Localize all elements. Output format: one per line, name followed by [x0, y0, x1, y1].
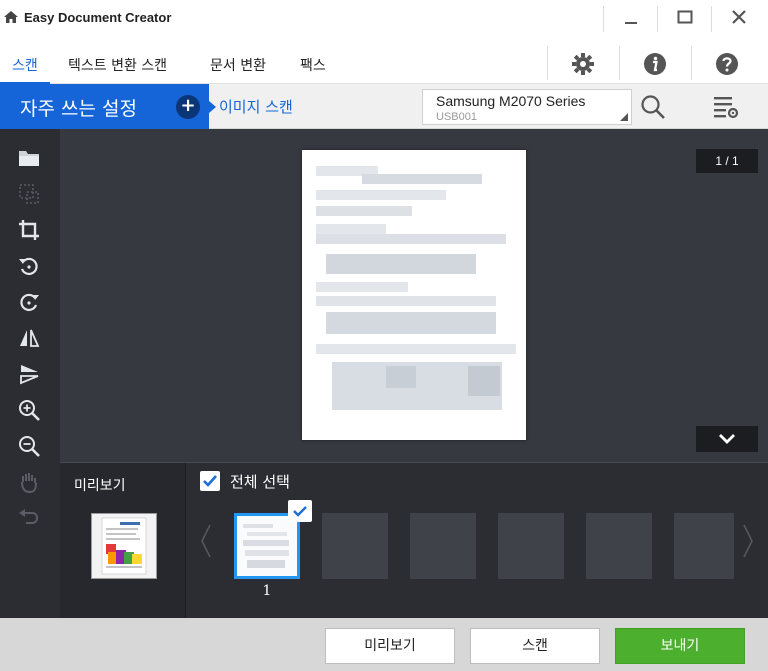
minimize-button[interactable]: [604, 0, 658, 34]
tab-fax[interactable]: 팩스: [300, 55, 326, 75]
help-icon: [716, 53, 738, 75]
info-button[interactable]: [635, 48, 675, 80]
maximize-icon: [677, 10, 693, 24]
undo-tool: [17, 506, 41, 530]
minimize-icon: [625, 22, 637, 24]
hand-icon: [21, 473, 37, 493]
rotate-left-icon: [19, 257, 38, 276]
app-title: Easy Document Creator: [24, 10, 172, 25]
dropdown-caret-icon: [620, 113, 628, 121]
flip-horizontal-tool[interactable]: [17, 326, 41, 350]
maximize-button[interactable]: [658, 0, 712, 34]
zoom-in-tool[interactable]: [17, 398, 41, 422]
flip-horizontal-icon: [20, 329, 40, 347]
action-footer: 미리보기 스캔 보내기: [0, 618, 768, 671]
zoom-out-tool[interactable]: [17, 434, 41, 458]
scan-settings-icon[interactable]: [713, 95, 739, 119]
device-select[interactable]: Samsung M2070 Series USB001: [422, 89, 632, 125]
open-folder-tool[interactable]: [17, 146, 41, 170]
scan-button[interactable]: 스캔: [470, 628, 600, 664]
add-preset-button[interactable]: +: [176, 95, 200, 119]
empty-thumbnail-slot: [586, 513, 652, 579]
flip-vertical-icon: [20, 365, 39, 385]
chevron-right-icon[interactable]: [742, 523, 754, 559]
crop-tool[interactable]: [17, 218, 41, 242]
breadcrumb[interactable]: 이미지 스캔: [219, 96, 293, 117]
tab-scan[interactable]: 스캔: [12, 55, 38, 75]
preview-button[interactable]: 미리보기: [325, 628, 455, 664]
empty-thumbnail-slot: [674, 513, 734, 579]
page-thumbnail-image: [237, 516, 297, 576]
undo-icon: [19, 509, 39, 524]
favorites-preset[interactable]: 자주 쓰는 설정 +: [0, 84, 209, 129]
scan-toolbar: 자주 쓰는 설정 + 이미지 스캔 Samsung M2070 Series U…: [0, 84, 768, 129]
page-number: 1: [262, 583, 272, 599]
rotate-right-icon: [20, 293, 39, 312]
select-area-icon: [19, 184, 39, 204]
select-all-checkbox[interactable]: [200, 471, 220, 491]
scanned-page-preview: [302, 150, 526, 440]
tool-separator: [547, 46, 548, 80]
pan-tool: [17, 470, 41, 494]
send-button[interactable]: 보내기: [615, 628, 745, 664]
checkmark-icon: [293, 506, 307, 517]
empty-thumbnail-slot: [410, 513, 476, 579]
close-icon: [732, 10, 746, 24]
search-icon[interactable]: [640, 94, 666, 120]
tab-document-convert[interactable]: 문서 변환: [210, 55, 266, 75]
title-bar: Easy Document Creator: [0, 0, 768, 36]
preview-area: 1 / 1: [60, 129, 768, 462]
mini-preview-thumbnail[interactable]: [91, 513, 157, 579]
device-port: USB001: [436, 111, 477, 123]
tool-separator: [691, 46, 692, 80]
image-tools-sidebar: [0, 129, 60, 618]
expand-button[interactable]: [696, 426, 758, 452]
home-icon: [4, 11, 18, 23]
chevron-down-icon: [719, 434, 735, 444]
help-button[interactable]: [707, 48, 747, 80]
mini-preview-label: 미리보기: [74, 478, 126, 494]
info-icon: [644, 53, 666, 75]
page-thumbnail[interactable]: [234, 513, 300, 579]
select-all-label: 전체 선택: [230, 473, 290, 491]
chevron-left-icon[interactable]: [200, 523, 212, 559]
device-name: Samsung M2070 Series: [436, 93, 586, 109]
thumbnail-panel: 미리보기 전체 선택 1: [60, 462, 768, 619]
page-selected-checkbox[interactable]: [288, 500, 312, 522]
mini-preview-image: [101, 517, 147, 575]
tab-bar: 스캔 텍스트 변환 스캔 문서 변환 팩스: [0, 44, 768, 84]
checkmark-icon: [203, 475, 217, 487]
empty-thumbnail-slot: [322, 513, 388, 579]
empty-thumbnail-slot: [498, 513, 564, 579]
crop-icon: [19, 220, 39, 240]
page-counter: 1 / 1: [696, 149, 758, 173]
gear-icon: [572, 53, 594, 75]
favorites-preset-label: 자주 쓰는 설정: [20, 98, 137, 120]
flip-vertical-tool[interactable]: [17, 362, 41, 386]
rotate-right-tool[interactable]: [17, 290, 41, 314]
breadcrumb-arrow-icon: [209, 101, 216, 113]
tool-separator: [619, 46, 620, 80]
rotate-left-tool[interactable]: [17, 254, 41, 278]
folder-icon: [19, 151, 39, 166]
auto-crop-tool: [17, 182, 41, 206]
close-button[interactable]: [712, 0, 766, 34]
tab-ocr-scan[interactable]: 텍스트 변환 스캔: [68, 55, 167, 75]
zoom-in-icon: [19, 400, 40, 421]
settings-button[interactable]: [563, 48, 603, 80]
zoom-out-icon: [19, 436, 40, 457]
mini-preview-panel: 미리보기: [60, 463, 186, 619]
